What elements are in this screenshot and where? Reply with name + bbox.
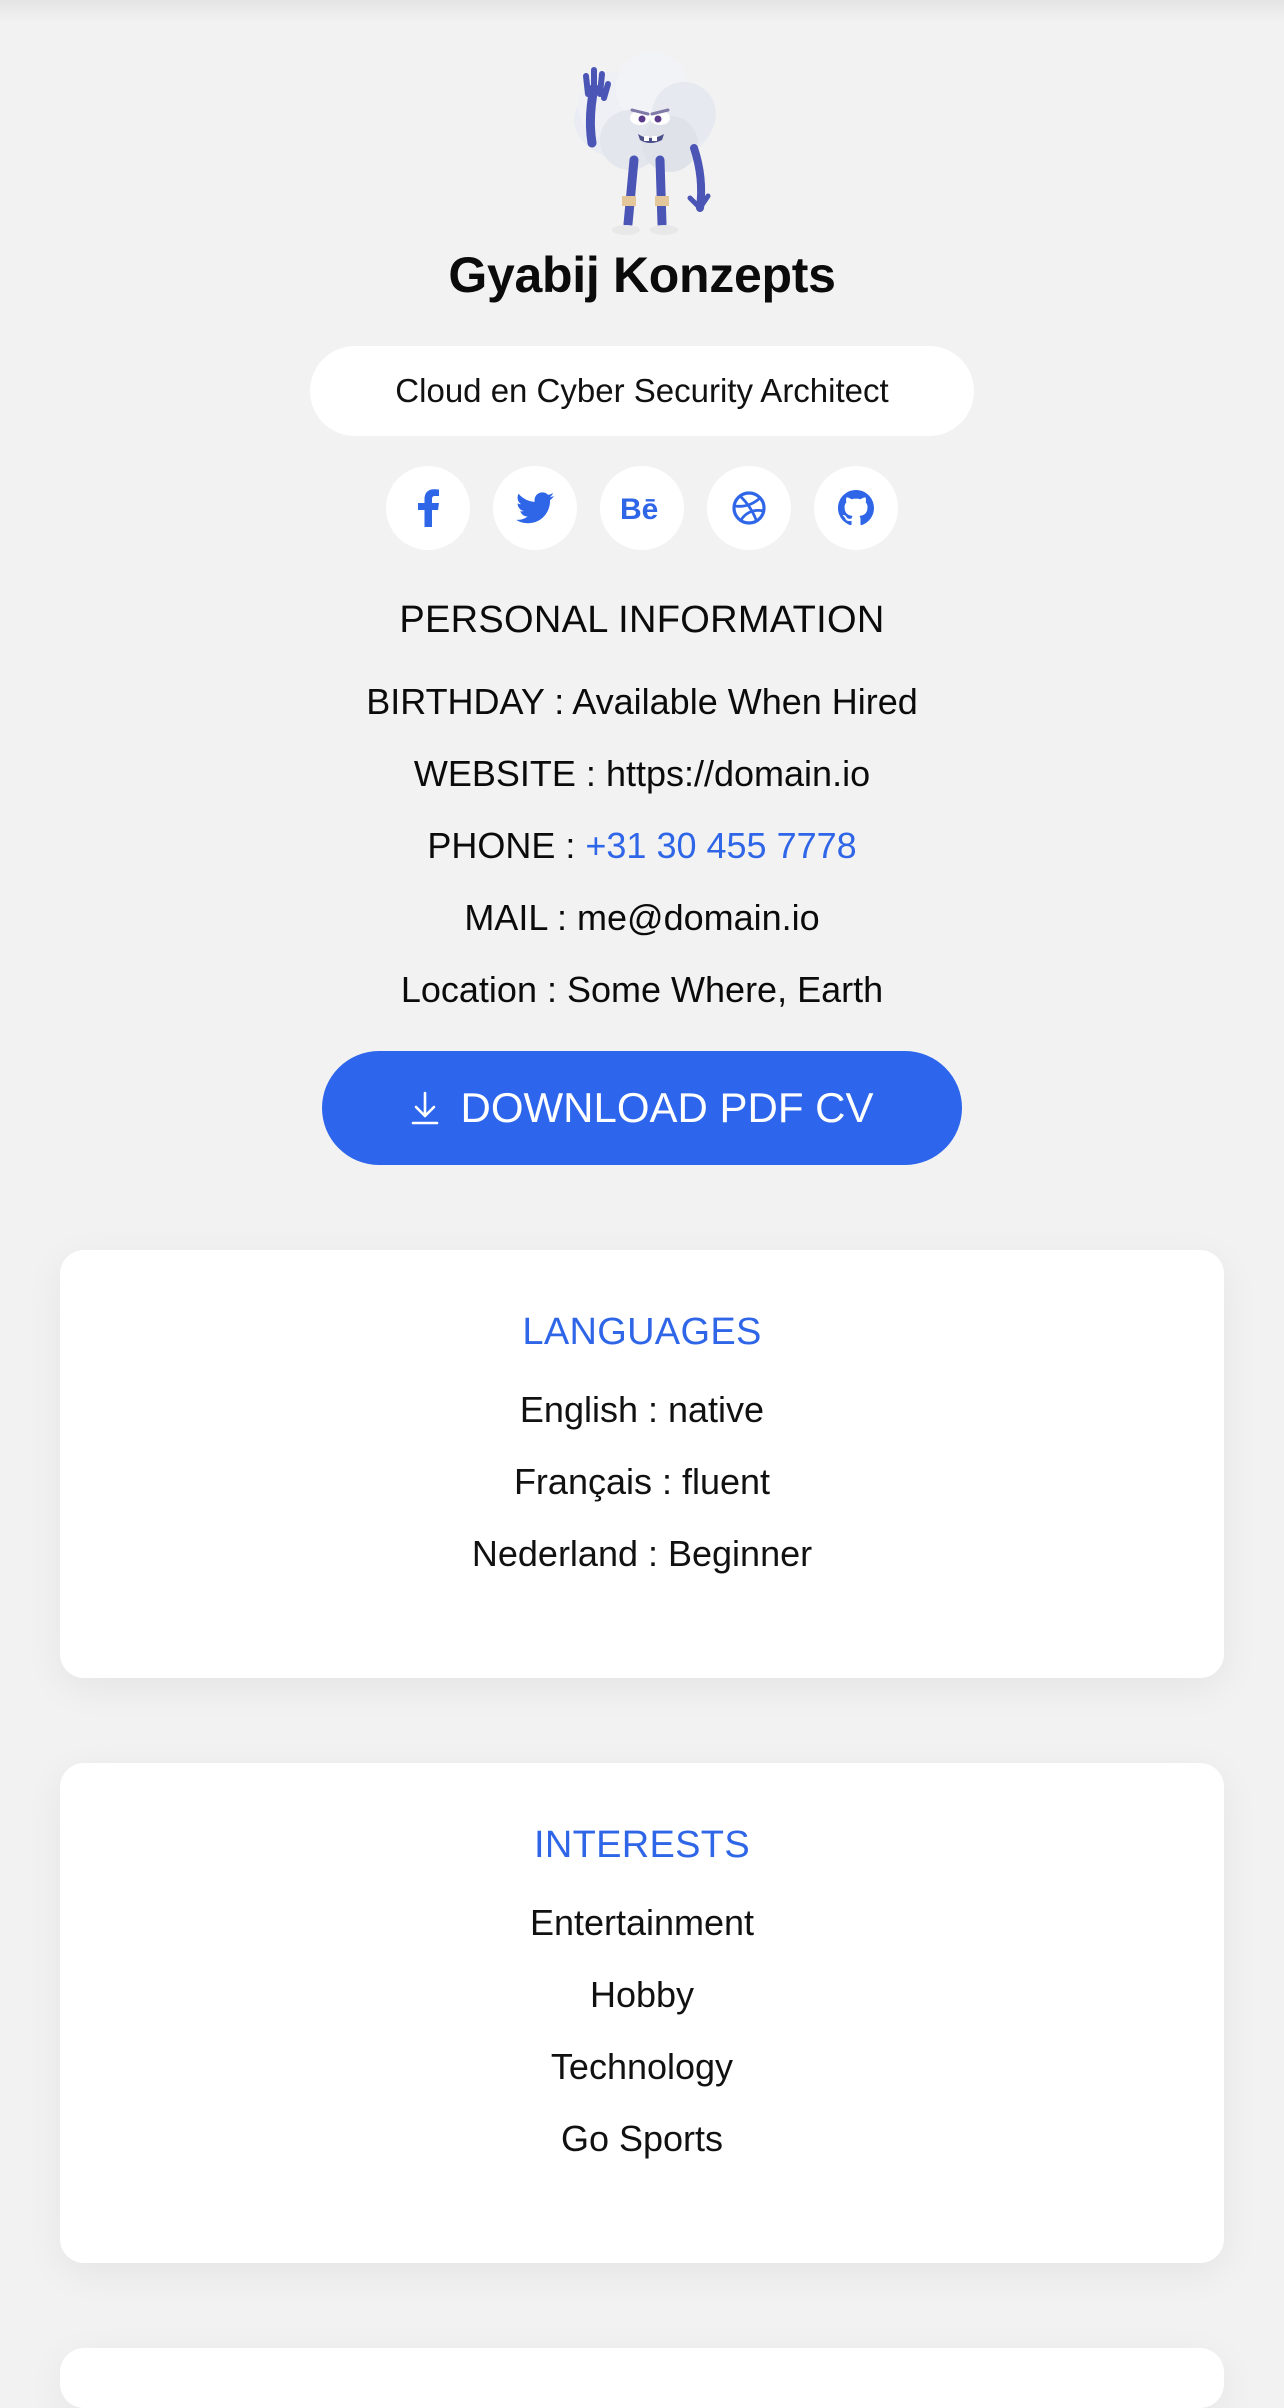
birthday-label: BIRTHDAY : (366, 681, 565, 722)
behance-button[interactable]: Bē (600, 466, 684, 550)
mail-row: MAIL : me@domain.io (0, 892, 1284, 944)
location-value: Some Where, Earth (567, 969, 884, 1010)
next-card (60, 2348, 1224, 2408)
download-cv-button[interactable]: DOWNLOAD PDF CV (322, 1051, 962, 1165)
interest-item: Technology (550, 2046, 734, 2087)
language-item: Français : fluent (513, 1461, 771, 1502)
location-row: Location : Some Where, Earth (0, 964, 1284, 1016)
cloud-character-avatar-icon (574, 52, 716, 235)
interests-card: INTERESTS Entertainment Hobby Technology… (60, 1763, 1224, 2263)
github-button[interactable] (814, 466, 898, 550)
website-value: https://domain.io (605, 753, 871, 794)
role-badge: Cloud en Cyber Security Architect (310, 346, 974, 436)
avatar (552, 48, 732, 238)
interest-item: Entertainment (529, 1902, 755, 1943)
interests-title: INTERESTS (534, 1824, 750, 1866)
website-label: WEBSITE : (413, 753, 596, 794)
languages-title: LANGUAGES (522, 1311, 762, 1353)
language-item: English : native (519, 1389, 765, 1430)
twitter-icon (516, 492, 554, 524)
download-cv-label: DOWNLOAD PDF CV (460, 1084, 874, 1131)
twitter-button[interactable] (493, 466, 577, 550)
dribbble-button[interactable] (707, 466, 791, 550)
location-label: Location : (400, 969, 557, 1010)
language-item: Nederland : Beginner (471, 1533, 813, 1574)
website-row: WEBSITE : https://domain.io (0, 748, 1284, 800)
github-icon (838, 490, 874, 526)
interest-item: Hobby (589, 1974, 695, 2015)
interest-item: Go Sports (560, 2118, 724, 2159)
behance-icon: Bē (620, 493, 658, 523)
mail-value: me@domain.io (577, 897, 820, 938)
languages-card: LANGUAGES English : native Français : fl… (60, 1250, 1224, 1678)
facebook-icon (418, 489, 439, 527)
download-arrow-icon (412, 1091, 439, 1125)
profile-name: Gyabij Konzepts (448, 247, 836, 303)
mail-label: MAIL : (464, 897, 568, 938)
birthday-row: BIRTHDAY : Available When Hired (0, 676, 1284, 728)
phone-link[interactable]: +31 30 455 7778 (585, 825, 856, 866)
svg-text:Bē: Bē (620, 493, 658, 523)
top-shadow (0, 0, 1284, 22)
phone-row: PHONE : +31 30 455 7778 (0, 820, 1284, 872)
personal-information-title: PERSONAL INFORMATION (399, 599, 885, 641)
birthday-value: Available When Hired (572, 681, 918, 722)
phone-label: PHONE : (427, 825, 576, 866)
dribbble-icon (732, 491, 766, 525)
social-links: Bē (0, 466, 1284, 550)
facebook-button[interactable] (386, 466, 470, 550)
